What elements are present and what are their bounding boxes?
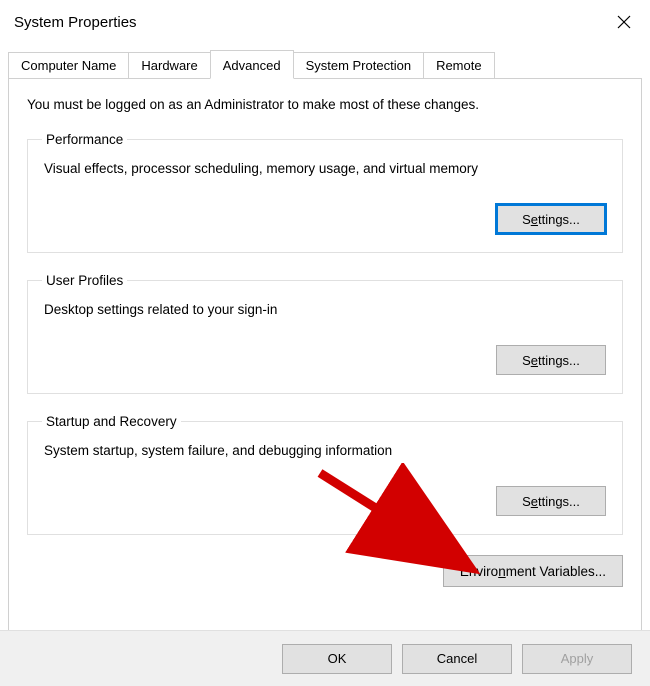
admin-warning-text: You must be logged on as an Administrato… xyxy=(27,97,623,112)
performance-settings-button[interactable]: Settings... xyxy=(496,204,606,234)
advanced-panel: You must be logged on as an Administrato… xyxy=(8,78,642,632)
user-profiles-legend: User Profiles xyxy=(42,273,127,288)
tab-remote[interactable]: Remote xyxy=(423,52,495,78)
window-title: System Properties xyxy=(14,14,137,31)
tab-area: Computer Name Hardware Advanced System P… xyxy=(0,50,650,632)
tab-advanced[interactable]: Advanced xyxy=(210,50,294,79)
cancel-button[interactable]: Cancel xyxy=(402,644,512,674)
apply-button[interactable]: Apply xyxy=(522,644,632,674)
user-profiles-settings-button[interactable]: Settings... xyxy=(496,345,606,375)
ok-button[interactable]: OK xyxy=(282,644,392,674)
performance-legend: Performance xyxy=(42,132,127,147)
tab-hardware[interactable]: Hardware xyxy=(128,52,210,78)
startup-recovery-desc: System startup, system failure, and debu… xyxy=(44,443,606,458)
performance-desc: Visual effects, processor scheduling, me… xyxy=(44,161,606,176)
system-properties-window: System Properties Computer Name Hardware… xyxy=(0,0,650,686)
startup-recovery-legend: Startup and Recovery xyxy=(42,414,181,429)
user-profiles-group: User Profiles Desktop settings related t… xyxy=(27,273,623,394)
user-profiles-desc: Desktop settings related to your sign-in xyxy=(44,302,606,317)
startup-recovery-settings-button[interactable]: Settings... xyxy=(496,486,606,516)
performance-group: Performance Visual effects, processor sc… xyxy=(27,132,623,253)
startup-recovery-group: Startup and Recovery System startup, sys… xyxy=(27,414,623,535)
close-icon xyxy=(617,15,631,29)
tab-row: Computer Name Hardware Advanced System P… xyxy=(8,50,642,78)
dialog-button-bar: OK Cancel Apply xyxy=(0,630,650,686)
tab-system-protection[interactable]: System Protection xyxy=(293,52,425,78)
tab-computer-name[interactable]: Computer Name xyxy=(8,52,129,78)
environment-variables-button[interactable]: Environment Variables... xyxy=(443,555,623,587)
titlebar: System Properties xyxy=(0,0,650,42)
close-button[interactable] xyxy=(612,10,636,34)
